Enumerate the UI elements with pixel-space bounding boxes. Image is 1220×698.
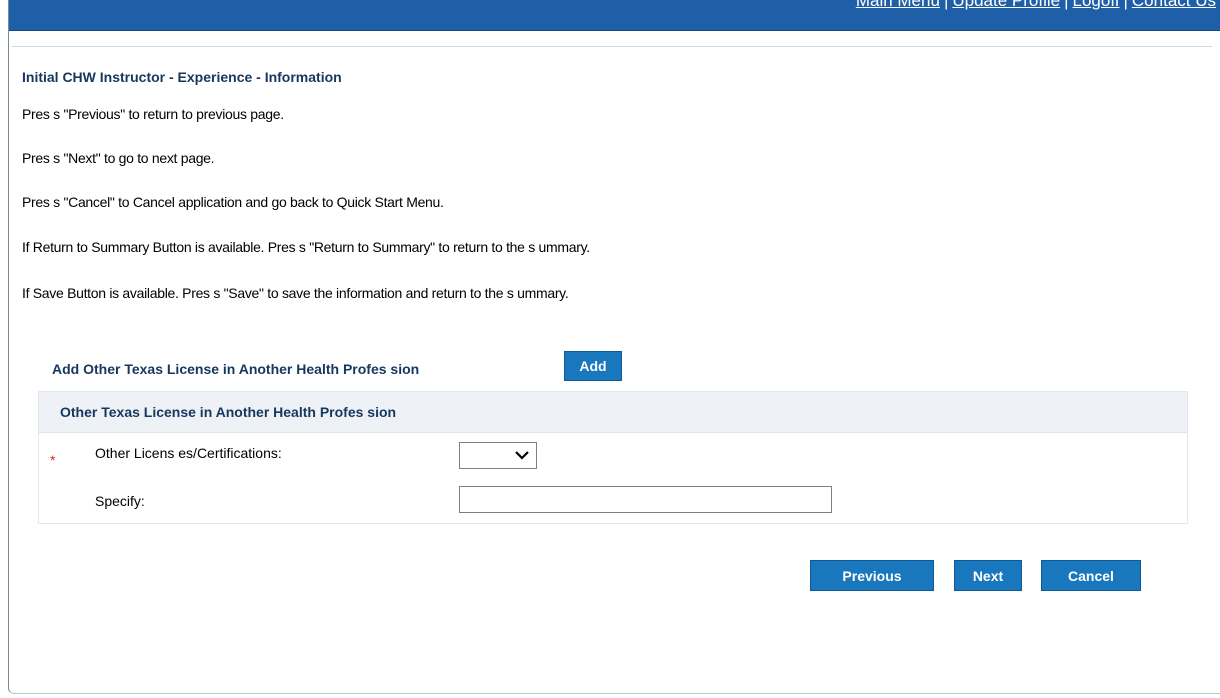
main-menu-link[interactable]: Main Menu: [856, 0, 940, 10]
add-button[interactable]: Add: [564, 351, 622, 381]
other-licenses-select[interactable]: [459, 442, 537, 469]
instruction-previous: Pres s "Previous" to return to previous …: [22, 106, 284, 122]
nav-separator: |: [1123, 0, 1128, 10]
contact-us-link[interactable]: Contact Us: [1132, 0, 1216, 10]
logoff-link[interactable]: Logoff: [1073, 0, 1120, 10]
specify-label: Specify:: [95, 493, 145, 509]
add-license-label: Add Other Texas License in Another Healt…: [52, 361, 420, 377]
nav-separator: |: [943, 0, 949, 10]
other-license-panel: Other Texas License in Another Health Pr…: [38, 391, 1188, 524]
top-nav-links: Main Menu | Update Profile | Logoff | Contact …: [856, 0, 1216, 11]
required-marker: *: [50, 452, 56, 468]
specify-input[interactable]: [459, 486, 832, 513]
cancel-button[interactable]: Cancel: [1041, 560, 1141, 591]
panel-title: Other Texas License in Another Health Pr…: [60, 404, 397, 420]
nav-separator: |: [1064, 0, 1069, 10]
page-title: Initial CHW Instructor - Experience - In…: [22, 69, 342, 85]
panel-header: Other Texas License in Another Health Pr…: [39, 392, 1187, 433]
top-navigation-bar: Main Menu | Update Profile | Logoff | Contact …: [9, 0, 1220, 31]
page-frame: [8, 0, 1220, 694]
update-profile-link[interactable]: Update Profile: [952, 0, 1060, 10]
instruction-cancel: Pres s "Cancel" to Cancel application an…: [22, 194, 444, 210]
header-divider: [12, 46, 1212, 47]
instruction-save: If Save Button is available. Pres s "Sav…: [22, 285, 569, 301]
previous-button[interactable]: Previous: [810, 560, 934, 591]
next-button[interactable]: Next: [954, 560, 1022, 591]
instruction-return-summary: If Return to Summary Button is available…: [22, 239, 590, 255]
other-licenses-label: Other Licens es/Certifications:: [95, 445, 282, 461]
instruction-next: Pres s "Next" to go to next page.: [22, 150, 215, 166]
